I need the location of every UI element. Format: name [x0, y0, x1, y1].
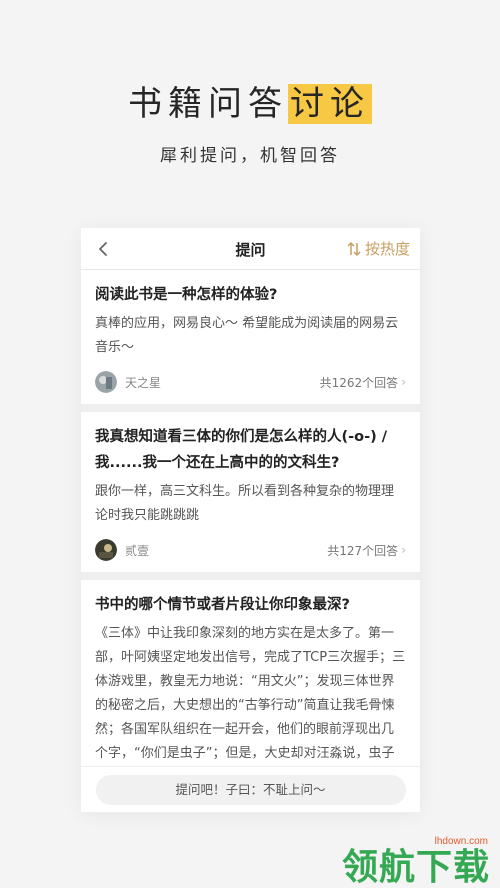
- answer-count: 共1262个回答: [319, 375, 399, 390]
- phone-screen: 提问 按热度 阅读此书是一种怎样的体验? 真棒的应用，网易良心～ 希望能成为阅读…: [81, 228, 420, 812]
- question-meta: 天之星 共1262个回答 ›: [95, 370, 406, 394]
- headline-text: 书籍问答: [128, 84, 288, 124]
- answer-count-link[interactable]: 共127个回答 ›: [327, 542, 406, 559]
- avatar: [95, 371, 117, 393]
- question-meta: 贰壹 共127个回答 ›: [95, 538, 406, 562]
- question-card[interactable]: 阅读此书是一种怎样的体验? 真棒的应用，网易良心～ 希望能成为阅读届的网易云音乐…: [81, 278, 420, 404]
- ask-bar: 提问吧！子曰：不耻上问～: [81, 766, 420, 812]
- headline-highlight: 讨论: [288, 84, 372, 124]
- question-title[interactable]: 书中的哪个情节或者片段让你印象最深?: [95, 592, 406, 618]
- answer-count-link[interactable]: 共1262个回答 ›: [320, 374, 406, 391]
- avatar: [95, 539, 117, 561]
- question-card[interactable]: 我真想知道看三体的你们是怎么样的人(-o-) / 我......我一个还在上高中…: [81, 412, 420, 572]
- chevron-right-icon: ›: [401, 543, 406, 557]
- watermark-logo: 领航下载: [341, 847, 490, 888]
- answer-excerpt: 《三体》中让我印象深刻的地方实在是太多了。第一部，叶阿姨坚定地发出信号，完成了T…: [95, 626, 406, 785]
- answer-author[interactable]: 贰壹: [95, 539, 149, 561]
- sort-by-popularity-button[interactable]: 按热度: [347, 238, 410, 259]
- author-name: 贰壹: [125, 543, 150, 558]
- headline: 书籍问答讨论: [0, 76, 500, 125]
- sort-label: 按热度: [364, 240, 410, 258]
- watermark-url: lhdown.com: [434, 836, 488, 847]
- question-title[interactable]: 我真想知道看三体的你们是怎么样的人(-o-) / 我......我一个还在上高中…: [95, 424, 406, 476]
- author-name: 天之星: [125, 375, 162, 390]
- answer-count: 共127个回答: [327, 543, 399, 558]
- chevron-right-icon: ›: [401, 375, 406, 389]
- ask-question-input[interactable]: 提问吧！子曰：不耻上问～: [95, 774, 406, 805]
- answer-excerpt: 跟你一样，高三文科生。所以看到各种复杂的物理理论时我只能跳跳跳: [95, 484, 395, 523]
- answer-author[interactable]: 天之星: [95, 371, 161, 393]
- sort-icon: [347, 241, 361, 256]
- nav-bar: 提问 按热度: [81, 228, 420, 270]
- answer-excerpt: 真棒的应用，网易良心～ 希望能成为阅读届的网易云音乐～: [95, 316, 399, 355]
- tagline: 犀利提问，机智回答: [160, 146, 340, 166]
- question-title[interactable]: 阅读此书是一种怎样的体验?: [95, 282, 406, 308]
